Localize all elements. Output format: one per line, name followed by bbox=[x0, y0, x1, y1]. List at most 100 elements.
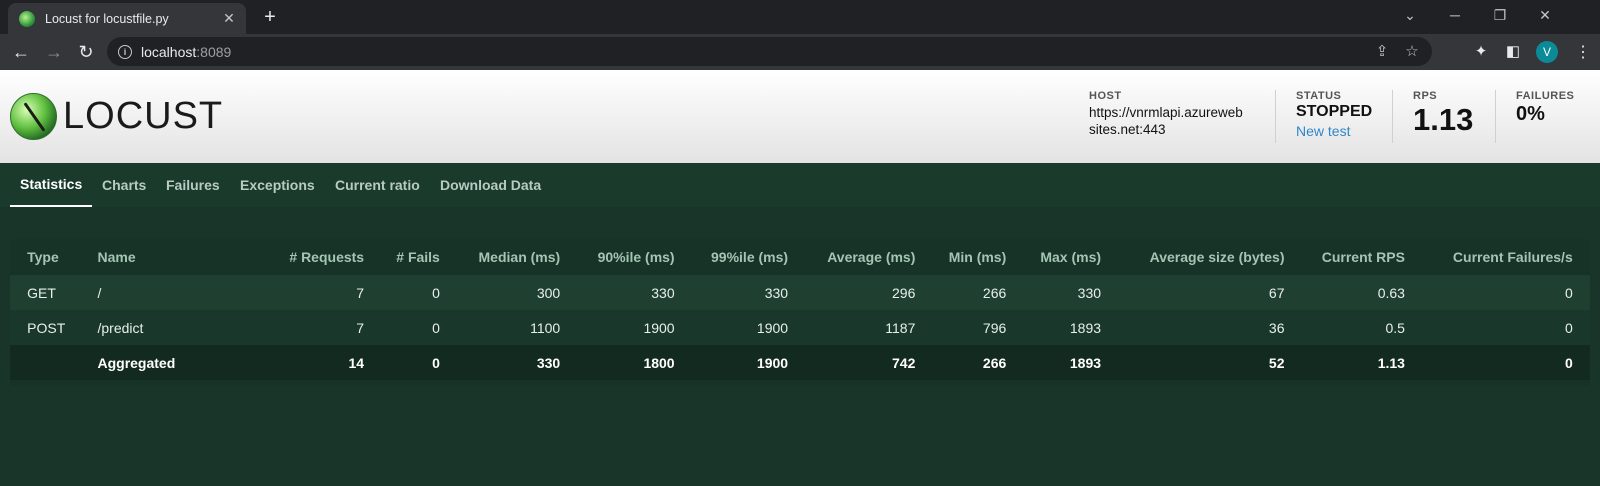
col-average-size[interactable]: Average size (bytes) bbox=[1101, 239, 1285, 275]
col-requests[interactable]: # Requests bbox=[244, 239, 364, 275]
url-host: localhost bbox=[141, 43, 197, 60]
cell-90ile: 330 bbox=[560, 275, 675, 310]
host-label: HOST bbox=[1089, 90, 1122, 102]
tab-exceptions[interactable]: Exceptions bbox=[240, 163, 315, 207]
cell-min: 796 bbox=[915, 310, 1007, 345]
cell-max: 1893 bbox=[1006, 345, 1102, 380]
cell-fails: 0 bbox=[364, 275, 440, 310]
url-port: :8089 bbox=[196, 43, 232, 60]
col-current-failures[interactable]: Current Failures/s bbox=[1405, 239, 1573, 275]
cell-fails: 0 bbox=[364, 310, 440, 345]
host-value-line2: sites.net:443 bbox=[1089, 122, 1166, 137]
col-90ile[interactable]: 90%ile (ms) bbox=[560, 239, 675, 275]
address-bar[interactable]: i localhost :8089 ⇪ ☆ bbox=[107, 37, 1432, 66]
cell-requests: 14 bbox=[244, 345, 365, 380]
tab-current-ratio[interactable]: Current ratio bbox=[335, 163, 420, 207]
cell-type bbox=[27, 345, 98, 380]
cell-99ile: 330 bbox=[674, 275, 789, 310]
share-icon[interactable]: ⇪ bbox=[1372, 42, 1392, 60]
host-stat: HOST https://vnrmlapi.azureweb sites.net… bbox=[1089, 90, 1243, 138]
rps-stat: RPS 1.13 bbox=[1413, 90, 1473, 138]
browser-tab-title: Locust for locustfile.py bbox=[45, 11, 169, 26]
cell-current-rps: 1.13 bbox=[1284, 345, 1405, 380]
side-panel-icon[interactable]: ◧ bbox=[1503, 42, 1523, 60]
logo-text: LOCUST bbox=[63, 95, 224, 137]
bookmark-star-icon[interactable]: ☆ bbox=[1402, 42, 1422, 60]
aggregated-row: Aggregated 14 0 330 1800 1900 742 266 18… bbox=[10, 345, 1590, 380]
cell-average: 1187 bbox=[788, 310, 916, 345]
failures-stat: FAILURES 0% bbox=[1516, 90, 1574, 126]
cell-min: 266 bbox=[915, 345, 1007, 380]
col-median[interactable]: Median (ms) bbox=[440, 239, 561, 275]
more-menu-icon[interactable]: ⋮ bbox=[1575, 42, 1591, 62]
window-close-icon[interactable]: ✕ bbox=[1522, 0, 1568, 30]
reload-icon[interactable]: ↻ bbox=[74, 40, 98, 64]
browser-tab[interactable]: Locust for locustfile.py ✕ bbox=[8, 3, 246, 34]
cell-current-failures: 0 bbox=[1404, 345, 1573, 380]
close-tab-icon[interactable]: ✕ bbox=[219, 10, 239, 27]
col-name[interactable]: Name bbox=[97, 239, 244, 275]
rps-value: 1.13 bbox=[1413, 102, 1474, 137]
col-99ile[interactable]: 99%ile (ms) bbox=[675, 239, 788, 275]
new-test-link[interactable]: New test bbox=[1296, 123, 1372, 139]
cell-requests: 7 bbox=[244, 310, 365, 345]
cell-fails: 0 bbox=[364, 345, 440, 380]
header-divider bbox=[1495, 90, 1496, 143]
col-average[interactable]: Average (ms) bbox=[788, 239, 915, 275]
col-current-rps[interactable]: Current RPS bbox=[1285, 239, 1405, 275]
col-min[interactable]: Min (ms) bbox=[915, 239, 1007, 275]
statistics-table: Type Name # Requests # Fails Median (ms)… bbox=[10, 239, 1590, 380]
cell-average-size: 36 bbox=[1101, 310, 1285, 345]
locust-logo-icon bbox=[10, 93, 57, 140]
cell-max: 330 bbox=[1006, 275, 1102, 310]
extensions-icon[interactable]: ✦ bbox=[1471, 42, 1491, 60]
cell-name: Aggregated bbox=[97, 345, 244, 380]
cell-name: / bbox=[97, 275, 244, 310]
cell-median: 330 bbox=[439, 345, 561, 380]
locust-logo[interactable]: LOCUST bbox=[10, 93, 223, 140]
failures-value: 0% bbox=[1516, 103, 1545, 125]
tab-statistics[interactable]: Statistics bbox=[10, 163, 93, 207]
header-divider bbox=[1275, 90, 1276, 143]
chevron-down-icon[interactable]: ⌄ bbox=[1387, 0, 1433, 30]
status-value: STOPPED bbox=[1296, 103, 1373, 120]
forward-icon[interactable]: → bbox=[42, 40, 66, 64]
profile-avatar[interactable]: V bbox=[1536, 41, 1558, 63]
tab-download-data[interactable]: Download Data bbox=[440, 163, 541, 207]
cell-current-rps: 0.63 bbox=[1284, 275, 1405, 310]
browser-tabbar: Locust for locustfile.py ✕ + ⌄ ─ ❐ ✕ bbox=[0, 0, 1600, 34]
new-tab-icon[interactable]: + bbox=[258, 5, 282, 29]
cell-type: GET bbox=[27, 275, 98, 310]
failures-label: FAILURES bbox=[1516, 90, 1575, 102]
header-divider bbox=[1392, 90, 1393, 143]
minimize-icon[interactable]: ─ bbox=[1432, 0, 1478, 30]
locust-header: LOCUST HOST https://vnrmlapi.azureweb si… bbox=[0, 70, 1600, 163]
host-value-line1: https://vnrmlapi.azureweb bbox=[1089, 105, 1243, 120]
table-row: GET / 7 0 300 330 330 296 266 330 67 0.6… bbox=[10, 275, 1590, 310]
cell-current-rps: 0.5 bbox=[1284, 310, 1405, 345]
cell-median: 1100 bbox=[439, 310, 561, 345]
cell-current-failures: 0 bbox=[1404, 310, 1573, 345]
rps-label: RPS bbox=[1413, 90, 1438, 102]
tab-failures[interactable]: Failures bbox=[166, 163, 220, 207]
cell-requests: 7 bbox=[244, 275, 365, 310]
table-row: POST /predict 7 0 1100 1900 1900 1187 79… bbox=[10, 310, 1590, 345]
cell-average-size: 67 bbox=[1101, 275, 1285, 310]
col-max[interactable]: Max (ms) bbox=[1006, 239, 1101, 275]
restore-icon[interactable]: ❐ bbox=[1477, 0, 1523, 30]
back-icon[interactable]: ← bbox=[9, 40, 33, 64]
tab-charts[interactable]: Charts bbox=[102, 163, 146, 207]
col-fails[interactable]: # Fails bbox=[364, 239, 440, 275]
cell-median: 300 bbox=[439, 275, 561, 310]
col-type[interactable]: Type bbox=[27, 239, 97, 275]
statistics-panel: Type Name # Requests # Fails Median (ms)… bbox=[10, 239, 1590, 386]
browser-toolbar: ← → ↻ i localhost :8089 ⇪ ☆ ✦ ◧ V ⋮ bbox=[0, 34, 1600, 70]
cell-99ile: 1900 bbox=[674, 310, 789, 345]
cell-90ile: 1900 bbox=[560, 310, 675, 345]
cell-average-size: 52 bbox=[1101, 345, 1285, 380]
locust-favicon-icon bbox=[19, 10, 35, 27]
site-info-icon[interactable]: i bbox=[118, 44, 132, 59]
cell-current-failures: 0 bbox=[1404, 275, 1573, 310]
cell-99ile: 1900 bbox=[674, 345, 789, 380]
cell-name: /predict bbox=[97, 310, 244, 345]
